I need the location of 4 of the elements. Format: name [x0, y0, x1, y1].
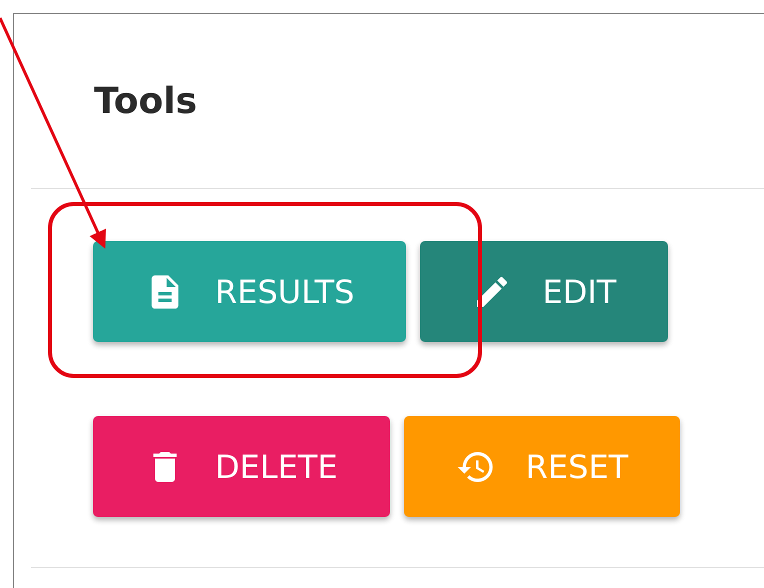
action-button[interactable]: RESULTS — [93, 241, 406, 342]
action-button[interactable]: DELETE — [93, 416, 390, 517]
panel-title: Tools — [94, 80, 198, 122]
action-button[interactable]: EDIT — [420, 241, 668, 342]
